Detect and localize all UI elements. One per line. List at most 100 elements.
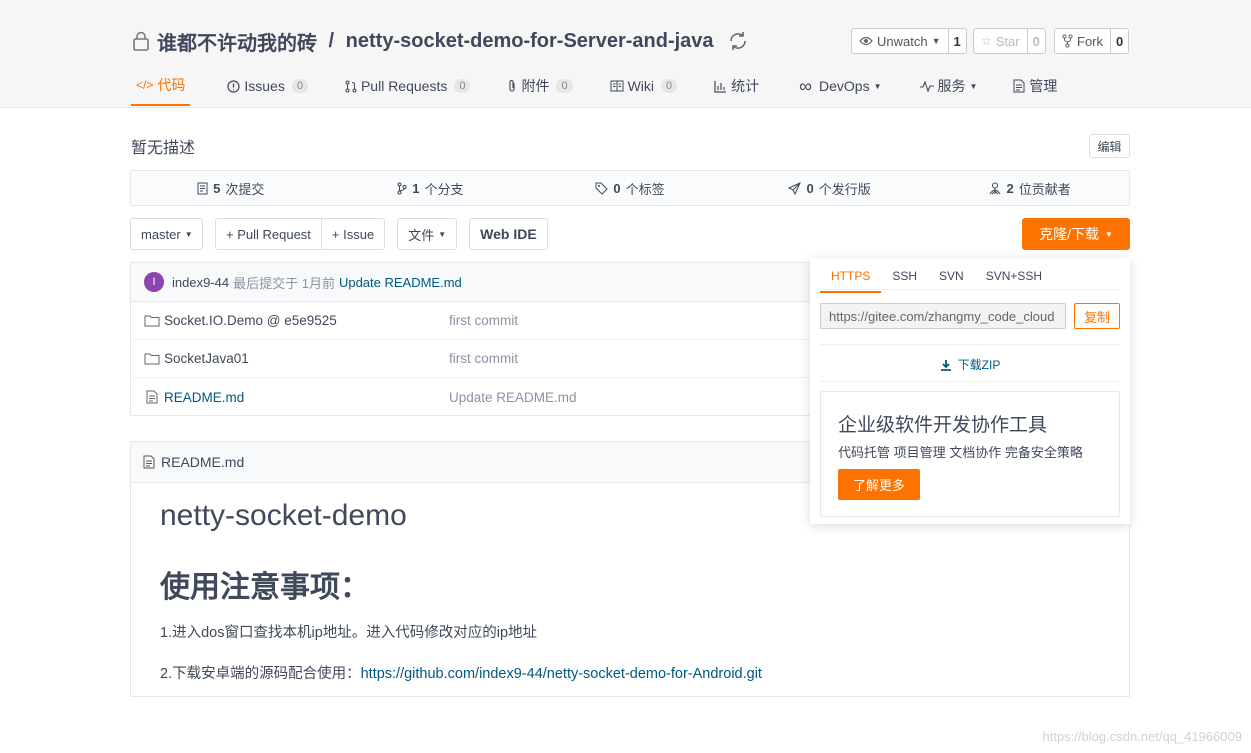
web-ide-button[interactable]: Web IDE [469,218,548,250]
repo-separator: / [323,29,340,52]
infinity-icon: ∞ [799,75,812,96]
learn-more-button[interactable]: 了解更多 [838,469,920,500]
tab-issues[interactable]: Issues 0 [227,66,308,106]
file-menu-button[interactable]: 文件 ▼ [397,218,458,250]
stat-tags-label: 个标签 [625,181,665,197]
tab-manage[interactable]: 管理 [1013,66,1057,106]
tab-badge: 0 [291,79,308,93]
watch-count[interactable]: 1 [949,29,966,53]
readme-paragraph-2: 2.下载安卓端的源码配合使用：https://github.com/index9… [160,662,762,683]
tab-label: Pull Requests [360,78,448,94]
star-count[interactable]: 0 [1028,29,1045,53]
tab-attachments[interactable]: 附件 0 [507,66,573,106]
repo-name-link[interactable]: netty-socket-demo-for-Server-and-java [346,30,714,53]
clone-download-button[interactable]: 克隆/下载 ▼ [1022,218,1130,250]
commit-meta: 最后提交于 1月前 [233,275,335,291]
commit-icon [197,182,208,195]
fork-button-group: Fork 0 [1054,28,1130,54]
fork-label: Fork [1077,33,1103,49]
repo-owner-link[interactable]: 谁都不许动我的砖 [157,27,317,56]
create-button-group: + Pull Request + Issue [215,218,386,250]
readme-paragraph-1: 1.进入dos窗口查找本机ip地址。进入代码修改对应的ip地址 [160,625,538,641]
branch-select-value: master [141,226,181,242]
star-label: Star [995,33,1020,49]
repo-title: 谁都不许动我的砖 / netty-socket-demo-for-Server-… [131,27,750,55]
tab-wiki[interactable]: Wiki 0 [610,66,678,106]
clone-url-field[interactable]: https://gitee.com/zhangmy_code_cloud [820,303,1066,329]
tab-devops[interactable]: ∞ DevOps ▼ [799,66,881,106]
file-commit-message[interactable]: first commit [449,351,518,366]
tab-statistics[interactable]: 统计 [714,66,759,106]
avatar[interactable]: I [144,272,164,292]
promo-title: 企业级软件开发协作工具 [838,415,1048,436]
pulse-icon [919,80,934,92]
tab-pull-requests[interactable]: Pull Requests 0 [345,66,471,106]
edit-description-button[interactable]: 编辑 [1089,134,1130,158]
repo-stats-bar: 5 次提交 1 个分支 0 个标签 0 个发行版 2 位贡献者 [130,170,1130,206]
download-icon [940,359,952,371]
file-name[interactable]: README.md [131,390,449,405]
caret-down-icon: ▼ [873,81,882,91]
file-name[interactable]: Socket.IO.Demo @ e5e9525 [131,313,449,328]
code-icon: </> [136,78,154,92]
android-repo-link[interactable]: https://github.com/index9-44/netty-socke… [361,666,762,682]
watch-button-group: Unwatch ▼ 1 [851,28,967,54]
eye-icon [859,36,873,46]
fork-icon [1062,34,1073,48]
tab-label: Issues [244,78,285,94]
folder-icon [144,352,160,365]
stat-contributors[interactable]: 2 位贡献者 [929,171,1129,205]
tab-badge: 0 [454,79,471,93]
tab-services[interactable]: 服务 ▼ [919,66,977,106]
file-name-text: Socket.IO.Demo @ e5e9525 [164,313,337,328]
star-icon: ☆ [981,34,992,48]
tab-label: DevOps [819,78,870,94]
download-zip-link[interactable]: 下载ZIP [810,356,1130,373]
promo-subtitle: 代码托管 项目管理 文档协作 完备安全策略 [838,445,1083,460]
stat-commits[interactable]: 5 次提交 [131,171,331,205]
tab-badge: 0 [661,79,678,93]
file-name[interactable]: SocketJava01 [131,351,449,366]
repo-toolbar: master ▼ + Pull Request + Issue 文件 ▼ Web… [130,218,548,250]
readme-header-title: README.md [161,454,245,470]
enterprise-promo-card: 企业级软件开发协作工具 代码托管 项目管理 文档协作 完备安全策略 了解更多 [820,391,1120,517]
branch-select[interactable]: master ▼ [130,218,203,250]
sync-icon[interactable] [726,29,750,53]
file-name-text: README.md [164,389,245,405]
stat-releases-num: 0 [806,180,814,196]
star-button[interactable]: ☆ Star [974,29,1028,53]
commit-message[interactable]: Update README.md [339,275,462,290]
divider [820,381,1120,382]
repo-header: 谁都不许动我的砖 / netty-socket-demo-for-Server-… [0,0,1251,108]
fork-button[interactable]: Fork [1055,29,1111,53]
new-pull-request-button[interactable]: + Pull Request [216,219,321,249]
unwatch-label: Unwatch [877,33,928,49]
stat-commits-label: 次提交 [225,181,265,197]
commit-author[interactable]: index9-44 [172,275,229,290]
readme-h1: netty-socket-demo [160,499,407,532]
star-button-group: ☆ Star 0 [973,28,1046,54]
file-commit-message[interactable]: Update README.md [449,390,577,405]
fork-count[interactable]: 0 [1111,29,1128,53]
caret-down-icon: ▼ [1104,229,1113,239]
stat-tags[interactable]: 0 个标签 [530,171,730,205]
file-name-text: SocketJava01 [164,351,249,366]
stat-branches[interactable]: 1 个分支 [331,171,531,205]
issue-icon [227,79,240,93]
stat-tags-num: 0 [613,180,621,196]
copy-url-button[interactable]: 复制 [1074,303,1120,329]
unwatch-button[interactable]: Unwatch ▼ [852,29,949,53]
readme-paragraph-2-text: 2.下载安卓端的源码配合使用： [160,666,361,682]
stat-releases-label: 个发行版 [818,181,871,197]
repo-description: 暂无描述 [131,140,196,157]
contributors-icon [988,182,1002,195]
readme-h2: 使用注意事项： [160,571,370,604]
tab-code[interactable]: </> 代码 [131,66,191,106]
paperclip-icon [507,79,517,93]
file-text-icon [144,390,160,404]
new-issue-button[interactable]: + Issue [320,219,384,249]
clone-dropdown: HTTPS SSH SVN SVN+SSH https://gitee.com/… [810,258,1130,524]
file-commit-message[interactable]: first commit [449,313,518,328]
stat-releases[interactable]: 0 个发行版 [730,171,930,205]
repo-tabs: </> 代码 Issues 0 Pull Requests 0 附件 0 Wik… [131,66,1057,108]
